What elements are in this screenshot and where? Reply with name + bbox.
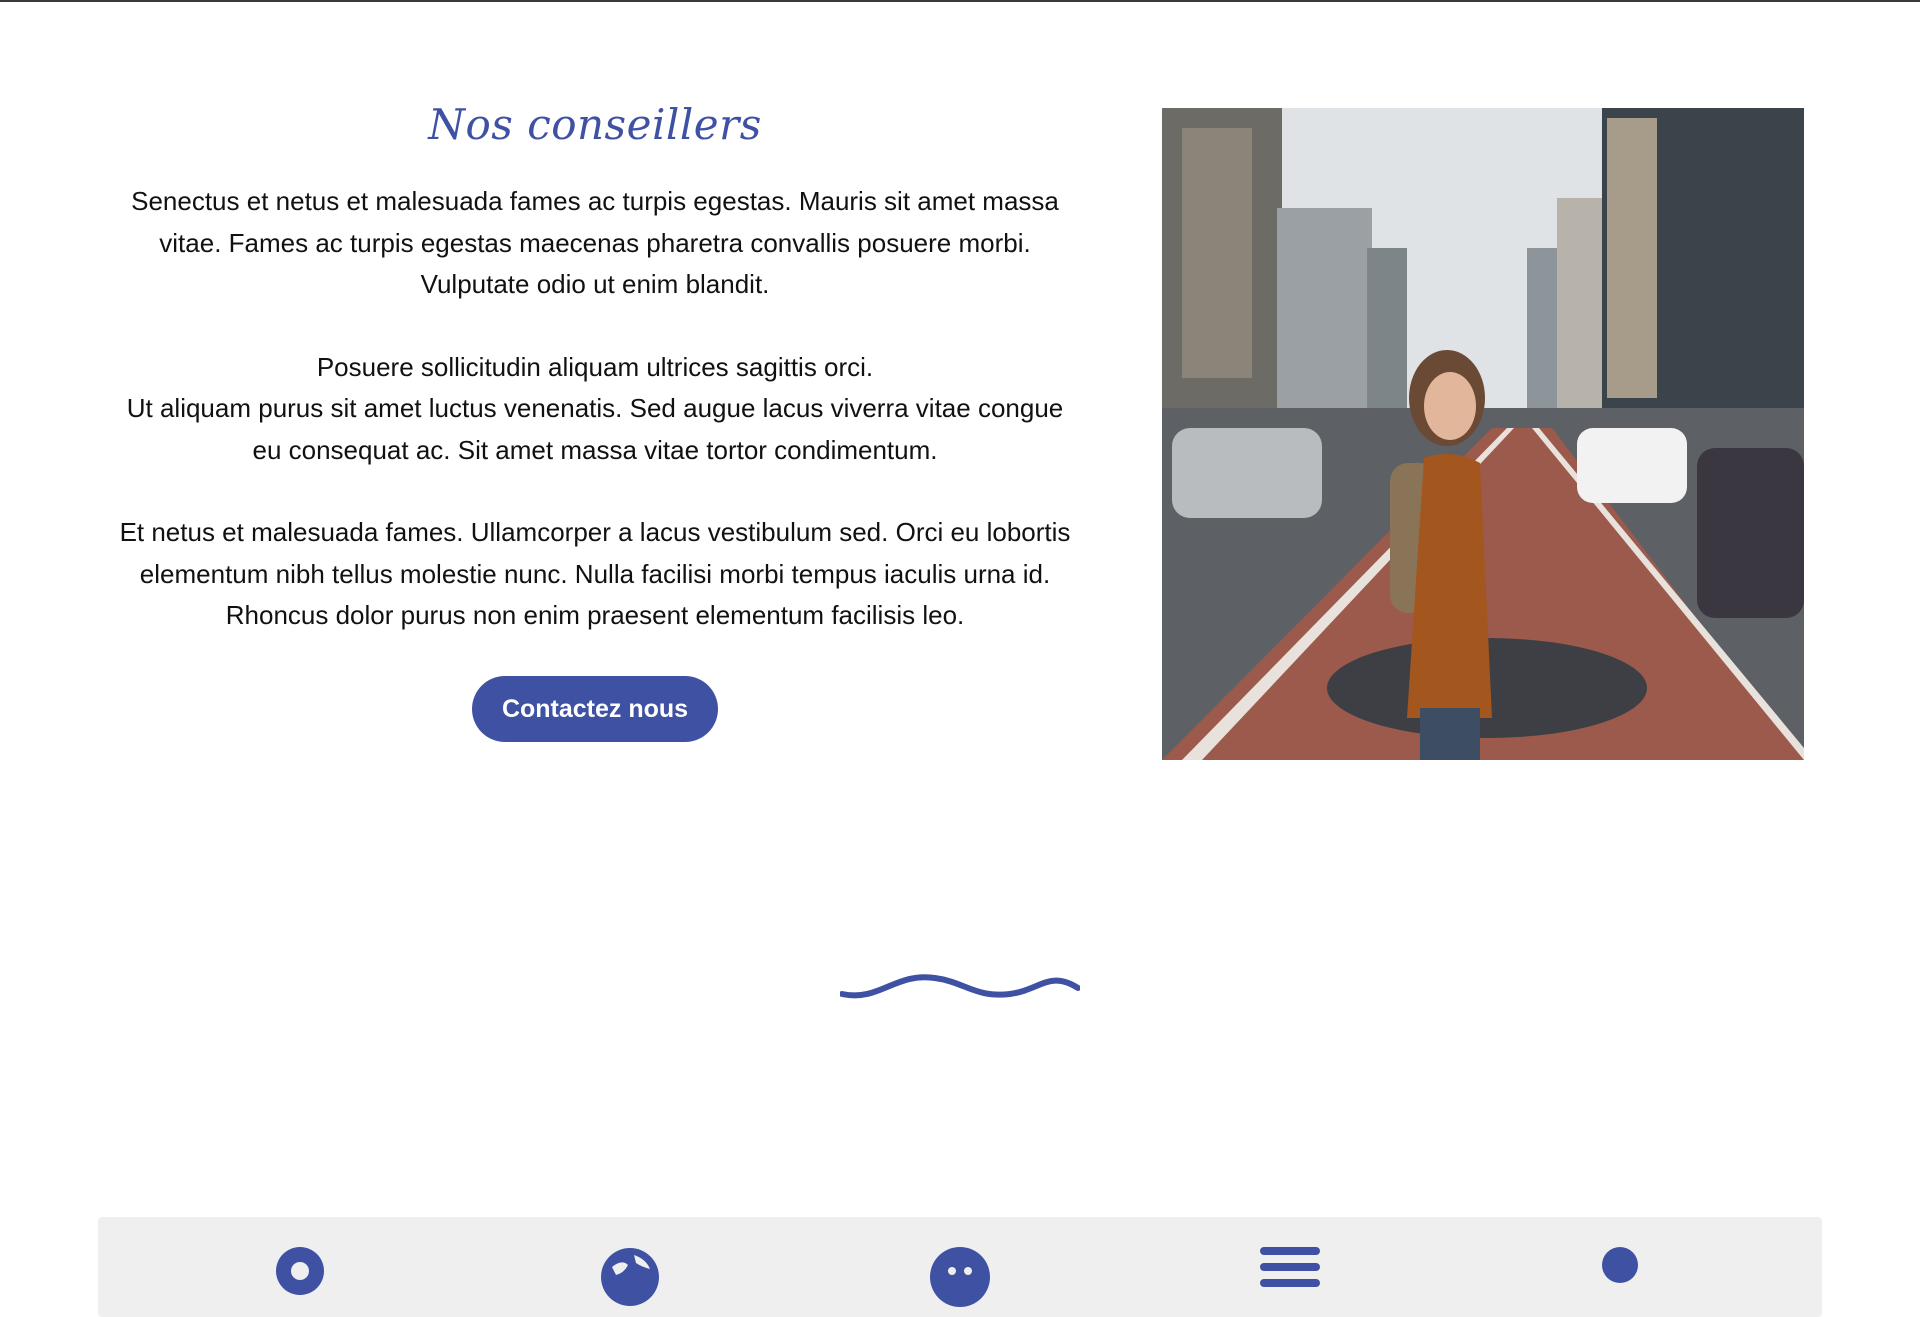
footer-icon-bar [98,1217,1822,1317]
paragraph-1: Senectus et netus et malesuada fames ac … [131,186,1059,299]
menu-icon[interactable] [1258,1245,1322,1309]
hero-photo [1162,108,1804,760]
wave-divider [840,974,1080,999]
contact-button[interactable]: Contactez nous [471,675,719,742]
person-icon[interactable] [1588,1245,1652,1309]
section-title: Nos conseillers [428,100,762,149]
top-rule [0,0,1920,2]
smiley-icon[interactable] [928,1245,992,1309]
advisors-section: Nos conseillers Senectus et netus et mal… [110,100,1080,742]
globe-icon[interactable] [598,1245,662,1309]
location-pin-icon[interactable] [268,1245,332,1309]
paragraph-3: Et netus et malesuada fames. Ullamcorper… [119,517,1071,630]
paragraph-2: Posuere sollicitudin aliquam ultrices sa… [126,351,1064,465]
